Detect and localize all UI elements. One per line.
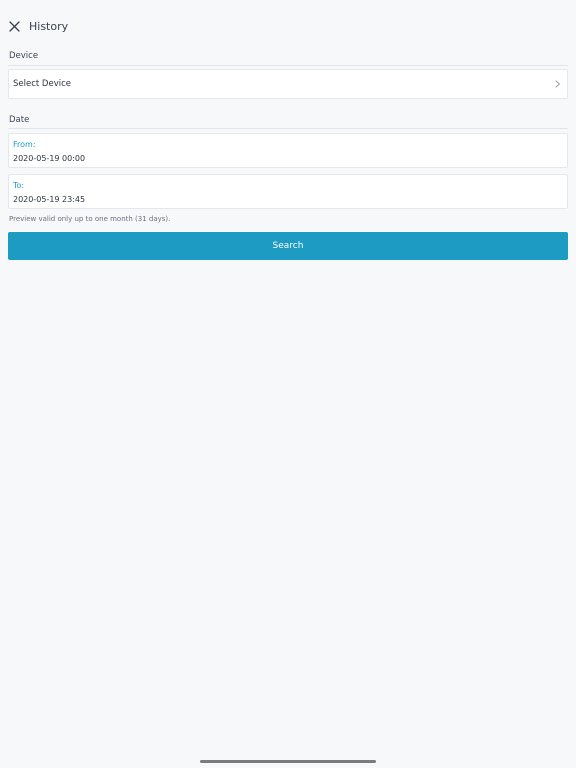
- page-title: History: [29, 19, 69, 33]
- search-button[interactable]: Search: [8, 232, 568, 260]
- chevron-right-icon: [553, 79, 563, 89]
- device-divider: [8, 65, 568, 66]
- date-section-label: Date: [9, 115, 30, 125]
- from-date-label: From:: [13, 140, 36, 149]
- to-date-field[interactable]: To: 2020-05-19 23:45: [8, 174, 568, 209]
- to-date-value: 2020-05-19 23:45: [13, 195, 86, 204]
- select-device-button[interactable]: Select Device: [8, 69, 568, 99]
- home-indicator[interactable]: [200, 760, 376, 763]
- date-divider: [8, 128, 568, 129]
- close-icon: [8, 17, 20, 36]
- close-button[interactable]: [7, 19, 21, 33]
- from-date-value: 2020-05-19 00:00: [13, 154, 86, 163]
- from-date-field[interactable]: From: 2020-05-19 00:00: [8, 133, 568, 168]
- select-device-label: Select Device: [13, 79, 71, 89]
- date-range-note: Preview valid only up to one month (31 d…: [9, 215, 171, 223]
- to-date-label: To:: [13, 181, 25, 190]
- header-bar: History: [0, 14, 68, 38]
- device-section-label: Device: [9, 51, 39, 61]
